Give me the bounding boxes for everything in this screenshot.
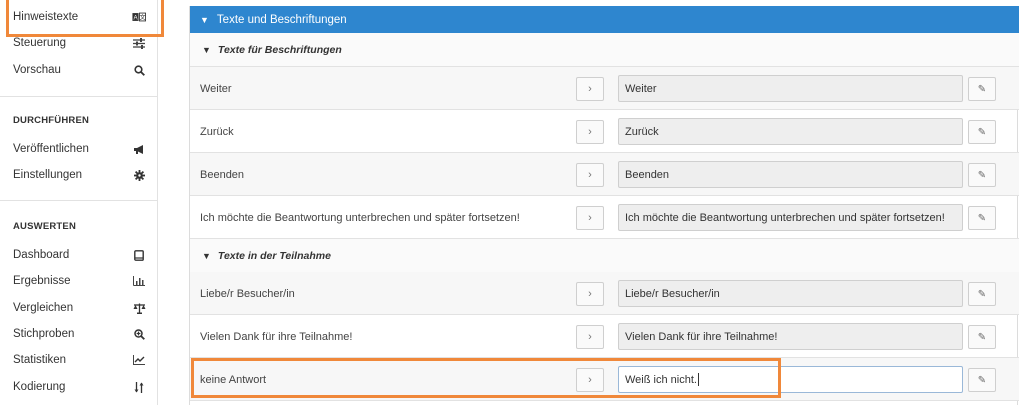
sidebar-item-label: Ergebnisse	[13, 275, 71, 287]
sidebar-item-veroeffentlichen[interactable]: Veröffentlichen	[0, 136, 158, 162]
edit-button[interactable]: ✎	[968, 120, 996, 144]
sidebar-divider	[0, 96, 158, 97]
sidebar-item-label: Kodierung	[13, 381, 66, 393]
sidebar-item-statistiken[interactable]: Statistiken	[0, 347, 158, 373]
text-value-field[interactable]: Beenden	[618, 161, 963, 188]
sidebar-item-label: Steuerung	[13, 37, 67, 49]
gear-icon	[132, 168, 146, 182]
sidebar-item-kodierung[interactable]: Kodierung	[0, 374, 158, 400]
copy-arrow-button[interactable]: ›	[576, 206, 604, 230]
section-heading-auswerten: AUSWERTEN	[13, 221, 77, 232]
copy-arrow-button[interactable]: ›	[576, 325, 604, 349]
pencil-icon: ✎	[977, 212, 987, 224]
pencil-icon: ✎	[977, 126, 987, 138]
text-row: Vielen Dank für ihre Teilnahme! › Vielen…	[190, 315, 1019, 358]
texts-panel: ▼ Texte und Beschriftungen ▼ Texte für B…	[189, 6, 1019, 405]
text-row: Liebe/r Besucher/in › Liebe/r Besucher/i…	[190, 272, 1019, 315]
edit-button[interactable]: ✎	[968, 163, 996, 187]
group-title: Texte für Beschriftungen	[217, 43, 342, 56]
section-heading-durchfuehren: DURCHFÜHREN	[13, 115, 90, 126]
edit-button[interactable]: ✎	[968, 368, 996, 392]
highlight-box	[191, 358, 781, 398]
group-title: Texte in der Teilnahme	[217, 249, 331, 262]
edit-button[interactable]: ✎	[968, 282, 996, 306]
text-row: Zurück › Zurück ✎	[190, 110, 1019, 153]
text-value-field[interactable]: Zurück	[618, 118, 963, 145]
sidebar-item-label: Einstellungen	[13, 169, 83, 181]
page: Hinweistexte A文 Steuerung Vorschau DURCH…	[0, 0, 1024, 405]
sidebar-item-vergleichen[interactable]: Vergleichen	[0, 295, 158, 321]
panel-header[interactable]: ▼ Texte und Beschriftungen	[190, 6, 1019, 33]
row-label: Beenden	[200, 168, 245, 181]
row-label: Vielen Dank für ihre Teilnahme!	[200, 330, 353, 343]
text-value-field[interactable]: Liebe/r Besucher/in	[618, 280, 963, 307]
search-icon	[132, 63, 146, 77]
sidebar-item-label: Vergleichen	[13, 302, 74, 314]
pencil-icon: ✎	[977, 331, 987, 343]
chevron-down-icon: ▼	[202, 44, 211, 55]
scale-icon	[132, 301, 146, 315]
copy-arrow-button[interactable]: ›	[576, 282, 604, 306]
bar-chart-icon	[132, 274, 146, 288]
sliders-icon	[132, 36, 146, 50]
edit-button[interactable]: ✎	[968, 206, 996, 230]
pencil-icon: ✎	[977, 288, 987, 300]
text-value-field[interactable]: Weiter	[618, 75, 963, 102]
sidebar: Hinweistexte A文 Steuerung Vorschau DURCH…	[0, 0, 158, 405]
copy-arrow-button[interactable]: ›	[576, 120, 604, 144]
text-value-field[interactable]: Ich möchte die Beantwortung unterbrechen…	[618, 204, 963, 231]
row-label: Weiter	[200, 82, 232, 95]
text-row: Ich möchte die Beantwortung unterbrechen…	[190, 196, 1019, 239]
sidebar-item-vorschau[interactable]: Vorschau	[0, 57, 158, 83]
sidebar-item-einstellungen[interactable]: Einstellungen	[0, 162, 158, 188]
group-header[interactable]: ▼ Texte in der Teilnahme	[190, 239, 1019, 273]
zoom-in-icon	[132, 327, 146, 341]
panel-title: Texte und Beschriftungen	[216, 13, 347, 26]
edit-button[interactable]: ✎	[968, 77, 996, 101]
copy-arrow-button[interactable]: ›	[576, 77, 604, 101]
row-label: Liebe/r Besucher/in	[200, 287, 295, 300]
sidebar-item-label: Veröffentlichen	[13, 143, 89, 155]
chevron-down-icon: ▼	[200, 14, 209, 25]
sidebar-item-label: Statistiken	[13, 354, 67, 366]
tablet-icon	[132, 248, 146, 262]
line-chart-icon	[132, 353, 146, 367]
sidebar-divider	[0, 200, 158, 201]
highlight-box	[6, 0, 164, 37]
text-value-field[interactable]: Vielen Dank für ihre Teilnahme!	[618, 323, 963, 350]
group-header[interactable]: ▼ Texte für Beschriftungen	[190, 33, 1019, 67]
row-label: Ich möchte die Beantwortung unterbrechen…	[200, 211, 520, 224]
sidebar-item-dashboard[interactable]: Dashboard	[0, 242, 158, 268]
text-row: Beenden › Beenden ✎	[190, 153, 1019, 196]
text-row: Weiter › Weiter ✎	[190, 67, 1019, 110]
edit-button[interactable]: ✎	[968, 325, 996, 349]
sort-icon	[132, 380, 146, 394]
sidebar-item-ergebnisse[interactable]: Ergebnisse	[0, 268, 158, 294]
row-label: Zurück	[200, 125, 234, 138]
chevron-down-icon: ▼	[202, 250, 211, 261]
pencil-icon: ✎	[977, 169, 987, 181]
pencil-icon: ✎	[977, 83, 987, 95]
sidebar-item-stichproben[interactable]: Stichproben	[0, 321, 158, 347]
sidebar-item-label: Vorschau	[13, 64, 61, 76]
megaphone-icon	[132, 142, 146, 156]
copy-arrow-button[interactable]: ›	[576, 163, 604, 187]
sidebar-item-label: Stichproben	[13, 328, 75, 340]
pencil-icon: ✎	[977, 374, 987, 386]
sidebar-item-label: Dashboard	[13, 249, 70, 261]
